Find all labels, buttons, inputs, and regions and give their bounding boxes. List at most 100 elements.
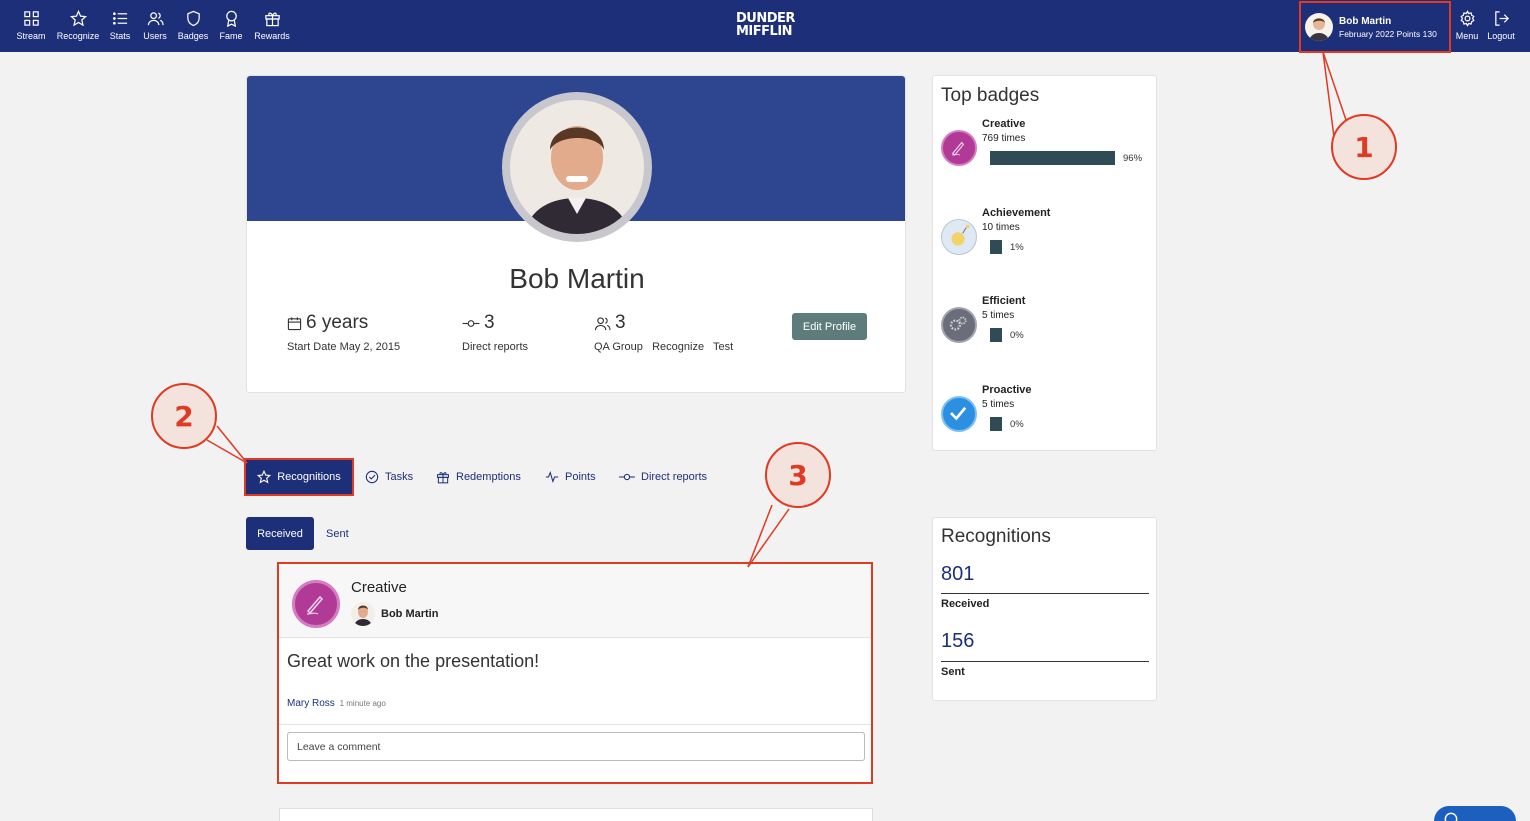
badge-row-achievement[interactable]: Achievement 10 times 1% [941, 207, 1153, 267]
company-logo[interactable]: DUNDER MIFFLIN [736, 12, 795, 38]
nav-badges-label: Badges [177, 31, 209, 41]
shield-icon [186, 10, 200, 27]
badge-percent: 96% [1123, 153, 1143, 164]
badge-progress-bar [990, 240, 1002, 254]
badge-progress-bar [990, 328, 1002, 342]
received-divider [941, 593, 1149, 594]
callout-2: 2 [151, 383, 217, 449]
badge-row-creative[interactable]: Creative 769 times 96% [941, 118, 1153, 178]
badge-row-proactive[interactable]: Proactive 5 times 0% [941, 384, 1153, 444]
badge-progress-bar [990, 417, 1002, 431]
sent-count[interactable]: 156 [941, 630, 974, 653]
recognitions-summary-title: Recognitions [941, 526, 1051, 547]
next-recognition-post [279, 808, 873, 821]
user-points: February 2022 Points 130 [1339, 28, 1437, 39]
user-name: Bob Martin [1339, 15, 1392, 27]
logout-label: Logout [1487, 31, 1515, 41]
sent-divider [941, 661, 1149, 662]
badge-times: 5 times [982, 399, 1015, 410]
tab-redemptions[interactable]: Redemptions [436, 458, 521, 496]
callout-3: 3 [765, 442, 831, 508]
menu-label: Menu [1455, 31, 1479, 41]
user-avatar [1305, 13, 1333, 41]
star-icon [69, 10, 87, 27]
creative-badge-icon [941, 130, 977, 166]
sent-subtab[interactable]: Sent [326, 528, 349, 540]
post-recipient[interactable]: Bob Martin [351, 602, 438, 626]
nav-fame-label: Fame [219, 31, 243, 41]
groups-stat: 3 QA Group Recognize Test [594, 312, 733, 353]
nav-fame[interactable]: Fame [208, 10, 254, 41]
nav-stream-label: Stream [16, 31, 46, 41]
received-subtab[interactable]: Received [246, 517, 314, 550]
badge-percent: 1% [1010, 242, 1024, 253]
star-icon [257, 470, 272, 484]
tenure-value: 6 years [306, 312, 369, 333]
profile-card: Bob Martin 6 years Start Date May 2, 201… [246, 75, 906, 393]
gear-icon [1459, 10, 1475, 27]
nav-recognize[interactable]: Recognize [55, 10, 101, 41]
badge-row-efficient[interactable]: Efficient 5 times 0% [941, 295, 1153, 355]
received-count[interactable]: 801 [941, 563, 974, 586]
achievement-badge-icon [941, 219, 977, 255]
badge-name: Creative [982, 118, 1026, 130]
proactive-badge-icon [941, 396, 977, 432]
badge-percent: 0% [1010, 330, 1024, 341]
received-label: Received [941, 598, 990, 610]
callout-1: 1 [1331, 114, 1397, 180]
post-time: 1 minute ago [339, 699, 386, 708]
groups-count: 3 [615, 312, 626, 333]
check-circle-icon [365, 470, 379, 484]
tab-recognitions[interactable]: Recognitions [244, 458, 354, 496]
user-summary[interactable]: Bob Martin February 2022 Points 130 [1299, 1, 1451, 53]
nav-users-label: Users [143, 31, 167, 41]
calendar-icon [287, 316, 302, 330]
top-navigation-bar: Stream Recognize Stats Users Badges Fame… [0, 0, 1530, 53]
list-icon [112, 12, 127, 25]
badge-times: 5 times [982, 310, 1015, 321]
logout-icon [1494, 11, 1509, 26]
direct-reports-count: 3 [484, 312, 495, 333]
grid-icon [23, 11, 39, 26]
logo-line-2: MIFFLIN [736, 24, 793, 39]
nav-stream[interactable]: Stream [8, 10, 54, 41]
tab-direct-reports-label: Direct reports [641, 471, 708, 483]
top-badges-title: Top badges [941, 85, 1040, 106]
badge-times: 769 times [982, 133, 1026, 144]
tab-recognitions-label: Recognitions [277, 471, 341, 483]
start-date: Start Date May 2, 2015 [287, 341, 401, 353]
badge-name: Proactive [982, 384, 1032, 396]
post-badge-name: Creative [351, 579, 407, 596]
nav-rewards[interactable]: Rewards [249, 10, 295, 41]
users-icon [147, 12, 164, 26]
top-badges-card: Top badges Creative 769 times 96% Achiev… [932, 75, 1157, 451]
award-icon [225, 10, 237, 27]
creative-badge-icon [292, 580, 340, 628]
tenure-stat: 6 years Start Date May 2, 2015 [287, 312, 400, 353]
logout-button[interactable]: Logout [1478, 10, 1524, 41]
tab-points-label: Points [565, 471, 596, 483]
tab-points[interactable]: Points [545, 458, 596, 496]
recognitions-summary-card: Recognitions 801 Received 156 Sent [932, 517, 1157, 701]
help-button[interactable] [1434, 806, 1516, 821]
commit-icon [619, 473, 635, 481]
comment-input[interactable] [287, 732, 865, 761]
commit-icon [462, 319, 480, 327]
recipient-avatar [351, 602, 375, 626]
gift-icon [437, 472, 449, 484]
tab-tasks[interactable]: Tasks [365, 458, 413, 496]
recognition-post: Creative Bob Martin Great work on the pr… [277, 562, 873, 784]
badge-times: 10 times [982, 222, 1020, 233]
activity-icon [545, 471, 559, 483]
edit-profile-button[interactable]: Edit Profile [792, 313, 867, 340]
post-author[interactable]: Mary Ross [287, 698, 335, 709]
badge-percent: 0% [1010, 419, 1024, 430]
direct-reports-label: Direct reports [462, 341, 529, 353]
groups-list: QA Group Recognize Test [594, 341, 734, 353]
tab-direct-reports[interactable]: Direct reports [619, 458, 707, 496]
nav-rewards-label: Rewards [254, 31, 290, 41]
post-header: Creative Bob Martin [279, 564, 871, 638]
direct-reports-stat[interactable]: 3 Direct reports [462, 312, 528, 353]
profile-name: Bob Martin [509, 263, 645, 294]
recipient-name: Bob Martin [381, 608, 439, 620]
